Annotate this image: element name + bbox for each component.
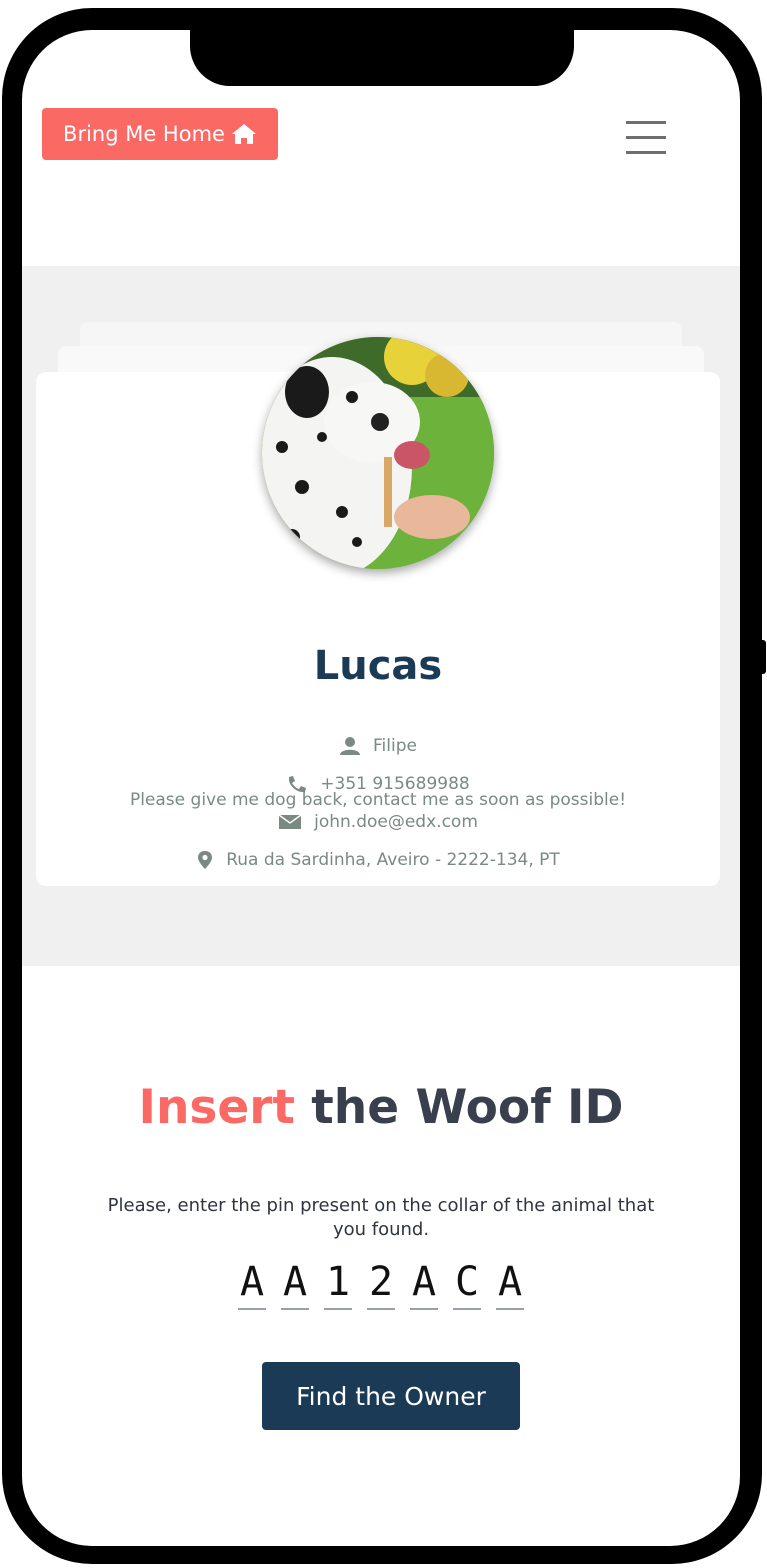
- pin-digit-2[interactable]: [281, 1256, 309, 1310]
- pin-digit-5[interactable]: [410, 1256, 438, 1310]
- user-icon: [340, 737, 361, 755]
- pin-input-group: [22, 1256, 740, 1310]
- woof-id-title: Insert the Woof ID: [22, 1080, 740, 1135]
- pin-instructions: Please, enter the pin present on the col…: [107, 1195, 655, 1240]
- owner-name: Filipe: [373, 736, 417, 756]
- hamburger-menu-button[interactable]: [618, 118, 674, 158]
- pin-digit-1[interactable]: [238, 1256, 266, 1310]
- woof-id-title-rest: the Woof ID: [311, 1080, 624, 1135]
- owner-message: Please give me dog back, contact me as s…: [129, 790, 627, 810]
- pet-name: Lucas: [313, 643, 443, 689]
- pin-digit-3[interactable]: [324, 1256, 352, 1310]
- pet-avatar: [262, 337, 494, 569]
- find-owner-button[interactable]: Find the Owner: [262, 1362, 520, 1430]
- map-pin-icon: [198, 851, 213, 869]
- email-address[interactable]: john.doe@edx.com: [314, 812, 478, 832]
- brand-label: Bring Me Home: [63, 122, 225, 146]
- pin-digit-4[interactable]: [367, 1256, 395, 1310]
- home-icon: [231, 124, 256, 144]
- envelope-icon: [278, 814, 302, 829]
- address: Rua da Sardinha, Aveiro - 2222-134, PT: [226, 850, 560, 870]
- dalmatian-photo: [262, 337, 494, 569]
- bring-me-home-button[interactable]: Bring Me Home: [42, 108, 278, 160]
- phone-notch: [190, 30, 574, 86]
- pin-digit-7[interactable]: [496, 1256, 524, 1310]
- phone-screen: Bring Me Home Lucas Filipe +351 91568998…: [22, 30, 740, 1546]
- side-button: [756, 640, 766, 674]
- email-row: john.doe@edx.com: [36, 812, 720, 832]
- profile-section: Lucas Filipe +351 915689988 john.doe@edx…: [22, 266, 740, 966]
- owner-name-row: Filipe: [36, 736, 720, 756]
- hamburger-menu-icon: [626, 121, 666, 154]
- pin-digit-6[interactable]: [453, 1256, 481, 1310]
- address-row: Rua da Sardinha, Aveiro - 2222-134, PT: [36, 850, 720, 870]
- woof-id-title-accent: Insert: [138, 1080, 295, 1135]
